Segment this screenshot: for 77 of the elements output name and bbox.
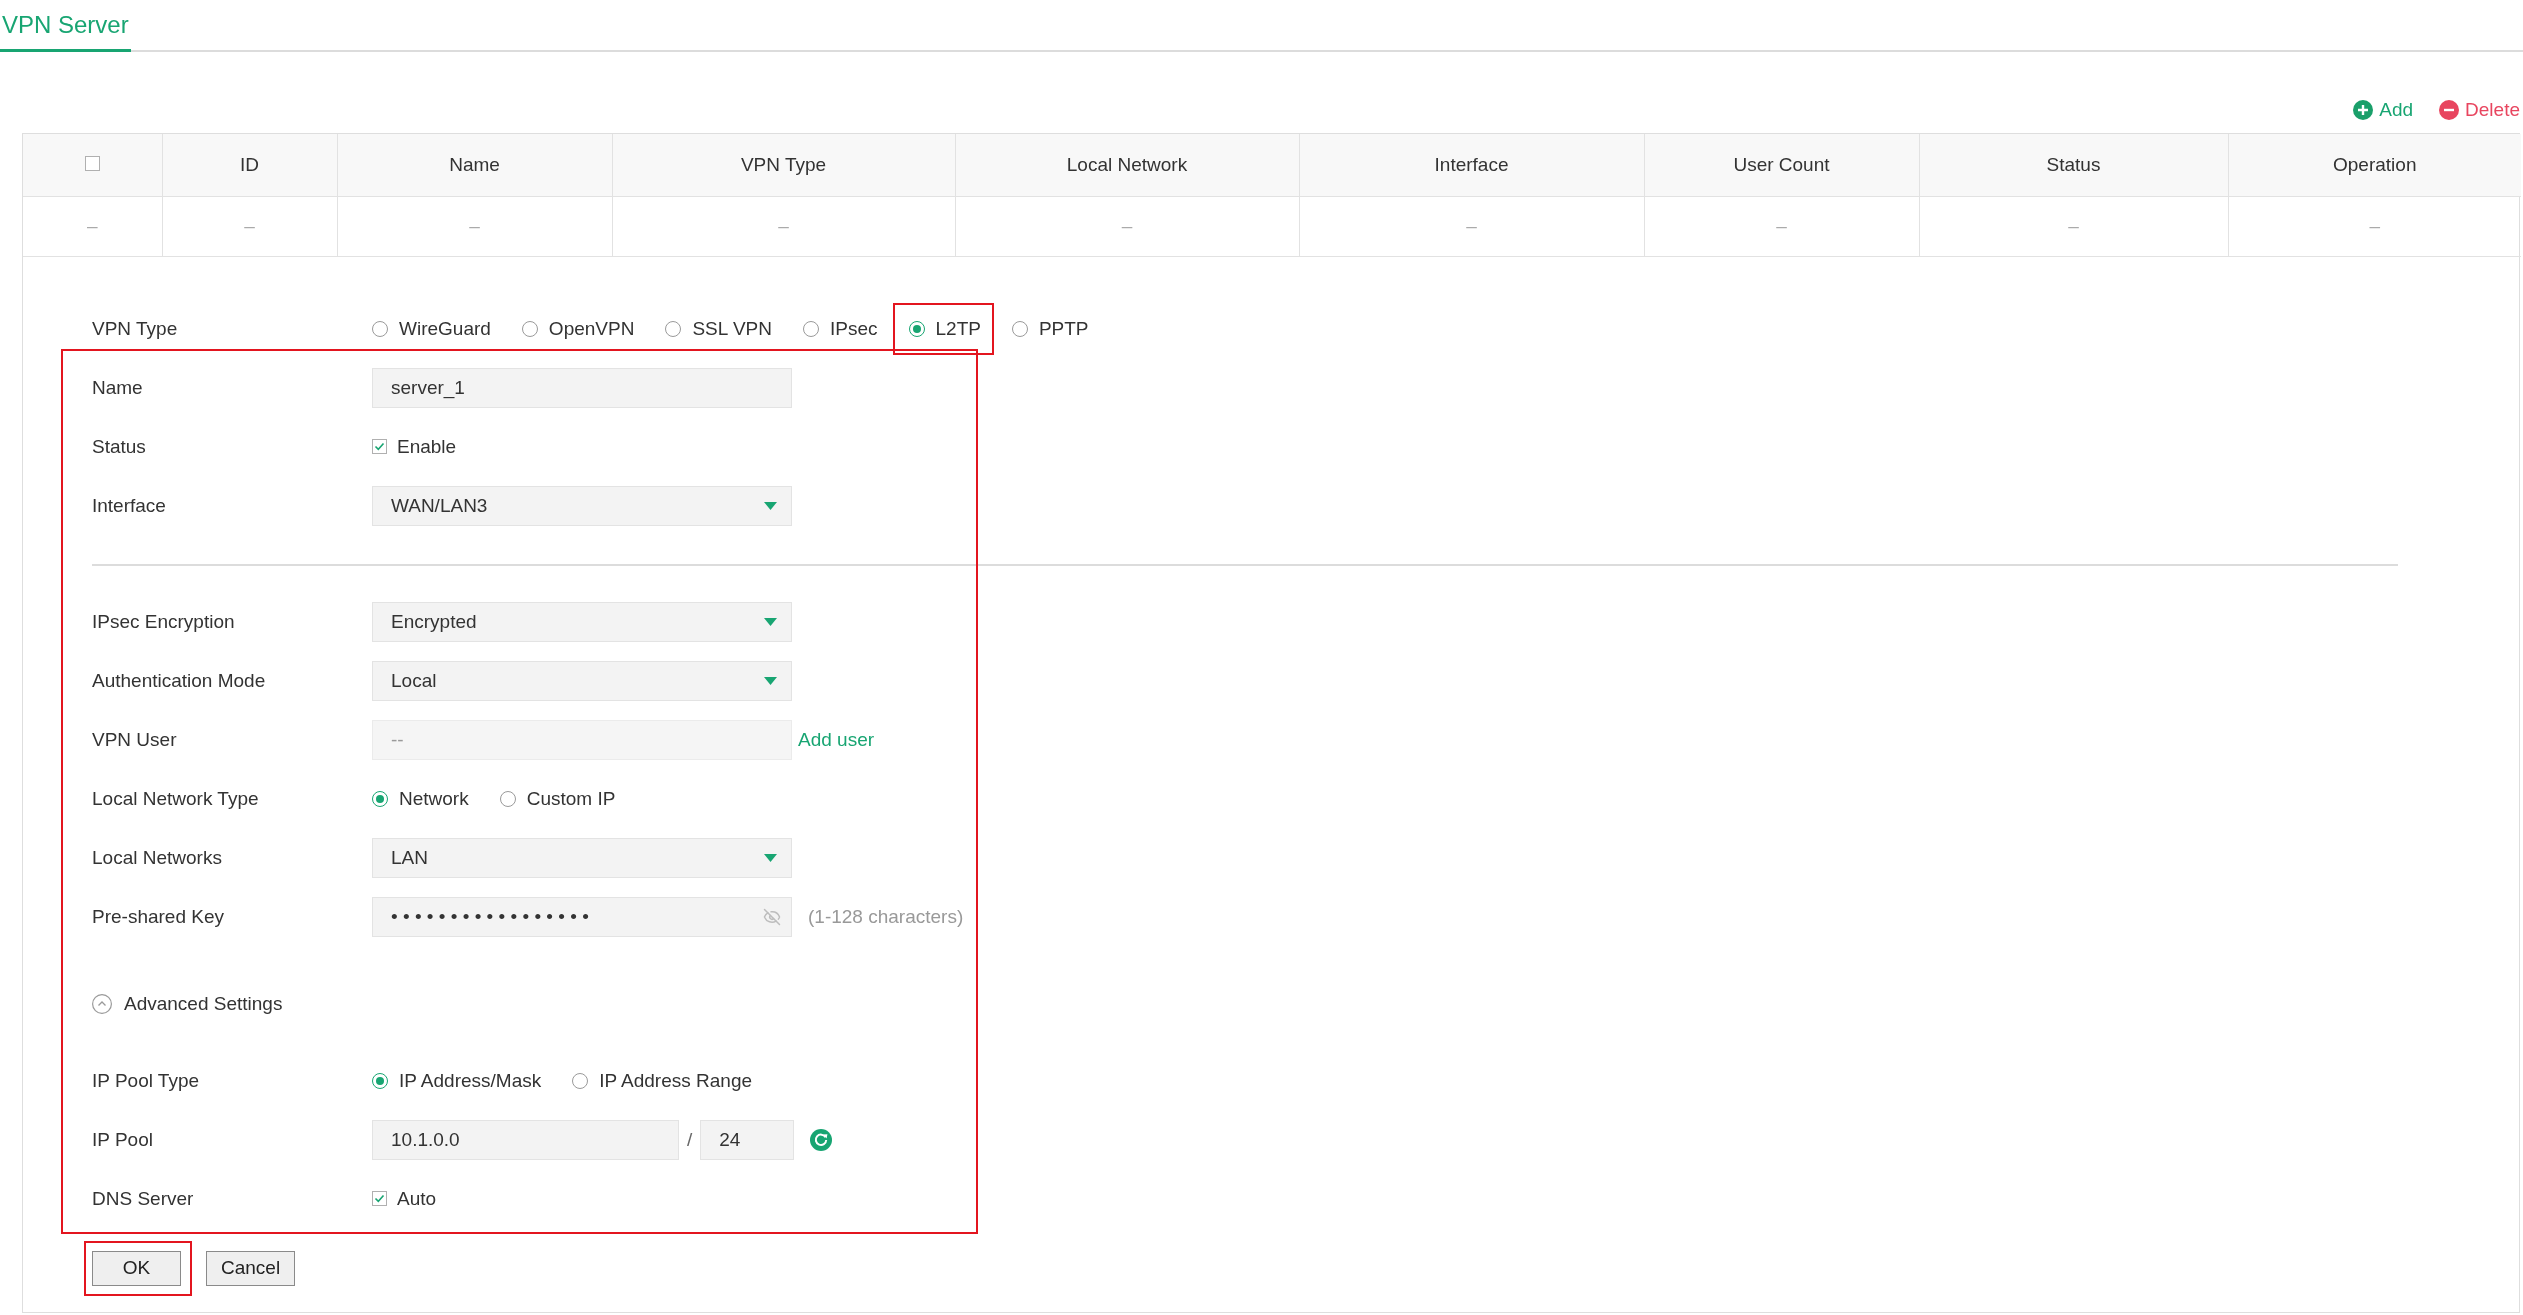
caret-icon bbox=[764, 617, 777, 626]
field-label: VPN Type bbox=[92, 317, 179, 340]
password-field[interactable]: ••••••••••••••••• bbox=[372, 896, 792, 937]
field-label: Authentication Mode bbox=[92, 669, 267, 692]
select-field[interactable]: Local bbox=[372, 660, 792, 701]
select-field[interactable]: WAN/LAN3 bbox=[372, 485, 792, 526]
field-label: Pre-shared Key bbox=[92, 905, 225, 928]
table-cell: – bbox=[162, 196, 337, 256]
radio-option[interactable]: IP Address/Mask bbox=[372, 1069, 542, 1092]
field-label: IP Pool bbox=[92, 1128, 154, 1151]
plus-circle-icon bbox=[2353, 100, 2374, 120]
table-cell: – bbox=[2228, 196, 2521, 256]
radio-option[interactable]: Network bbox=[372, 787, 469, 810]
text-field[interactable]: server_1 bbox=[372, 367, 792, 408]
caret-icon bbox=[764, 853, 777, 862]
column-header: Status bbox=[1919, 134, 2228, 196]
radio-icon[interactable] bbox=[665, 320, 682, 337]
radio-icon[interactable] bbox=[521, 320, 538, 337]
field-label: Local Networks bbox=[92, 846, 223, 869]
table-cell: – bbox=[1919, 196, 2228, 256]
radio-option[interactable]: IPsec bbox=[802, 317, 878, 340]
radio-icon[interactable] bbox=[1011, 320, 1028, 337]
column-header: Name bbox=[337, 134, 612, 196]
table-cell: – bbox=[955, 196, 1299, 256]
radio-icon[interactable] bbox=[372, 320, 388, 337]
separator-text: / bbox=[687, 1128, 693, 1151]
checkbox-icon[interactable] bbox=[84, 155, 100, 171]
column-header: Interface bbox=[1299, 134, 1644, 196]
radio-icon[interactable] bbox=[499, 790, 516, 807]
column-header: VPN Type bbox=[612, 134, 955, 196]
radio-option[interactable]: L2TP bbox=[908, 317, 981, 340]
table-cell: – bbox=[1644, 196, 1919, 256]
table-cell: – bbox=[23, 196, 162, 256]
refresh-icon[interactable] bbox=[810, 1128, 833, 1151]
caret-icon bbox=[764, 676, 777, 685]
field-label: Interface bbox=[92, 494, 167, 517]
field-label: Status bbox=[92, 435, 147, 458]
radio-option[interactable]: SSL VPN bbox=[665, 317, 772, 340]
radio-option[interactable]: IP Address Range bbox=[572, 1069, 753, 1092]
column-header: Local Network bbox=[955, 134, 1299, 196]
field-label: Local Network Type bbox=[92, 787, 260, 810]
field-label: IP Pool Type bbox=[92, 1069, 201, 1092]
radio-icon[interactable] bbox=[572, 1072, 589, 1089]
minus-circle-icon bbox=[2439, 100, 2460, 120]
field-label: IPsec Encryption bbox=[92, 610, 236, 633]
column-header: User Count bbox=[1644, 134, 1919, 196]
checkbox-option[interactable]: Auto bbox=[372, 1187, 437, 1210]
checkbox-option[interactable]: Enable bbox=[372, 435, 457, 458]
ok-button[interactable]: OK bbox=[92, 1250, 181, 1286]
ip-address-field[interactable]: 10.1.0.0 bbox=[372, 1119, 679, 1160]
checkbox-icon[interactable] bbox=[372, 1191, 387, 1206]
radio-option[interactable]: PPTP bbox=[1011, 317, 1089, 340]
caret-icon bbox=[764, 501, 777, 510]
delete-button[interactable]: Delete bbox=[2439, 99, 2520, 121]
radio-icon[interactable] bbox=[908, 320, 925, 337]
radio-icon[interactable] bbox=[372, 790, 388, 807]
cancel-button[interactable]: Cancel bbox=[206, 1250, 296, 1286]
field-label: DNS Server bbox=[92, 1187, 195, 1210]
radio-option[interactable]: OpenVPN bbox=[521, 317, 635, 340]
select-field[interactable]: Encrypted bbox=[372, 601, 792, 642]
radio-icon[interactable] bbox=[802, 320, 819, 337]
table-cell: – bbox=[612, 196, 955, 256]
radio-icon[interactable] bbox=[372, 1072, 388, 1089]
radio-option[interactable]: Custom IP bbox=[499, 787, 616, 810]
select-field[interactable]: LAN bbox=[372, 837, 792, 878]
table-cell: – bbox=[1299, 196, 1644, 256]
table-cell: – bbox=[337, 196, 612, 256]
column-header: Operation bbox=[2228, 134, 2521, 196]
mask-field[interactable]: 24 bbox=[700, 1119, 795, 1160]
column-header: ID bbox=[162, 134, 337, 196]
field-label: VPN User bbox=[92, 728, 178, 751]
field-label: Name bbox=[92, 376, 144, 399]
eye-slash-icon[interactable] bbox=[763, 907, 781, 926]
checkbox-icon[interactable] bbox=[372, 439, 387, 454]
advanced-settings-toggle[interactable]: Advanced Settings bbox=[92, 988, 283, 1019]
radio-option[interactable]: WireGuard bbox=[372, 317, 491, 340]
field-hint: (1-128 characters) bbox=[808, 905, 964, 928]
